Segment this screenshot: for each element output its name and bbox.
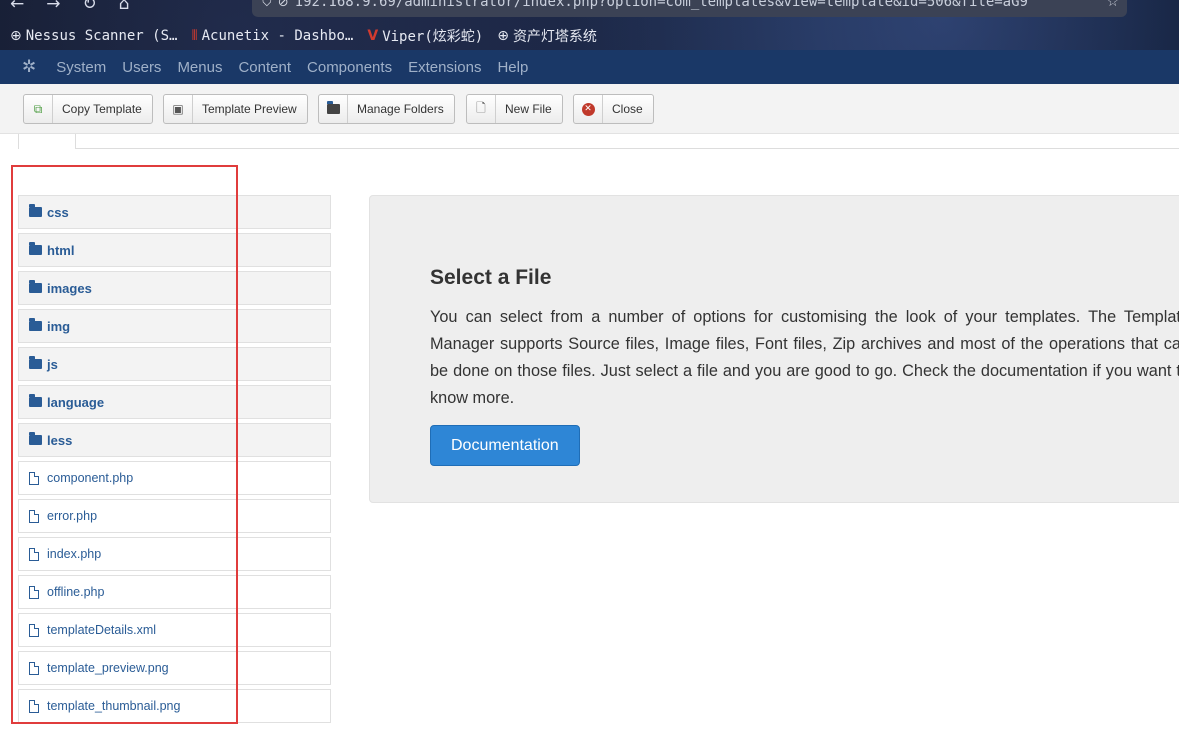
image-icon: ▣ — [164, 95, 193, 123]
manage-folders-button[interactable]: Manage Folders — [318, 94, 455, 124]
file-tree: css html images img js language less com… — [18, 195, 331, 727]
menu-components[interactable]: Components — [307, 59, 392, 76]
menu-content[interactable]: Content — [238, 59, 291, 76]
folder-css[interactable]: css — [18, 195, 331, 229]
folder-icon — [29, 204, 46, 217]
copy-template-button[interactable]: ⧉ Copy Template — [23, 94, 153, 124]
home-button[interactable]: ⌂ — [119, 0, 130, 14]
file-label: error.php — [47, 509, 98, 523]
select-file-panel: Select a File You can select from a numb… — [369, 195, 1179, 503]
button-label: Close — [612, 102, 643, 116]
file-offline-php[interactable]: offline.php — [18, 575, 331, 609]
bookmark-label: Viper(炫彩蛇) — [382, 29, 484, 45]
folder-less[interactable]: less — [18, 423, 331, 457]
file-icon — [29, 623, 46, 637]
file-label: templateDetails.xml — [47, 623, 157, 637]
folder-label: less — [47, 432, 73, 448]
menu-menus[interactable]: Menus — [177, 59, 222, 76]
admin-menu-bar: ✲ System Users Menus Content Components … — [0, 50, 1179, 84]
button-label: New File — [505, 102, 552, 116]
folder-label: language — [47, 394, 105, 410]
button-label: Template Preview — [202, 102, 297, 116]
folder-icon — [29, 394, 46, 407]
reload-button[interactable]: ↻ — [83, 0, 97, 14]
folder-icon — [29, 356, 46, 369]
close-icon: ✕ — [574, 95, 603, 123]
url-text: 192.168.9.69/administrator/index.php?opt… — [294, 0, 1028, 10]
menu-help[interactable]: Help — [497, 59, 528, 76]
file-component-php[interactable]: component.php — [18, 461, 331, 495]
folder-label: images — [47, 280, 92, 296]
bookmark-nessus[interactable]: ⊕ Nessus Scanner (S… — [10, 26, 177, 46]
acunetix-icon: ⦀ — [191, 28, 198, 44]
bookmark-viper[interactable]: V Viper(炫彩蛇) — [367, 26, 483, 46]
tab-editor[interactable] — [18, 134, 76, 149]
file-label: template_thumbnail.png — [47, 699, 181, 713]
folder-images[interactable]: images — [18, 271, 331, 305]
file-index-php[interactable]: index.php — [18, 537, 331, 571]
file-templatedetails-xml[interactable]: templateDetails.xml — [18, 613, 331, 647]
file-icon — [29, 661, 46, 675]
bookmark-asset-lighthouse[interactable]: ⊕ 资产灯塔系统 — [497, 26, 597, 46]
file-icon — [29, 699, 46, 713]
bookmark-label: 资产灯塔系统 — [512, 29, 597, 45]
globe-icon: ⊕ — [497, 28, 509, 44]
joomla-logo-icon[interactable]: ✲ — [22, 57, 36, 77]
file-icon — [29, 585, 46, 599]
shield-icon: ⛉ — [262, 0, 272, 10]
menu-system[interactable]: System — [56, 59, 106, 76]
panel-title: Select a File — [430, 266, 552, 289]
folder-label: js — [47, 356, 58, 372]
forward-button[interactable]: → — [46, 0, 60, 14]
button-label: Copy Template — [62, 102, 142, 116]
file-label: offline.php — [47, 585, 105, 599]
address-bar[interactable]: ⛉ ⊘ 192.168.9.69/administrator/index.php?o… — [252, 0, 1127, 17]
folder-label: img — [47, 318, 71, 334]
folder-label: html — [47, 242, 75, 258]
file-error-php[interactable]: error.php — [18, 499, 331, 533]
folder-icon — [29, 280, 46, 293]
file-template-thumbnail-png[interactable]: template_thumbnail.png — [18, 689, 331, 723]
file-label: component.php — [47, 471, 134, 485]
folder-icon — [29, 318, 46, 331]
file-icon — [29, 509, 46, 523]
file-icon: 🗋 — [467, 95, 496, 123]
copy-icon: ⧉ — [24, 95, 53, 123]
file-template-preview-png[interactable]: template_preview.png — [18, 651, 331, 685]
folder-html[interactable]: html — [18, 233, 331, 267]
folder-icon — [319, 95, 348, 123]
folder-icon — [29, 432, 46, 445]
folder-js[interactable]: js — [18, 347, 331, 381]
new-file-button[interactable]: 🗋 New File — [466, 94, 563, 124]
viper-icon: V — [367, 28, 379, 44]
documentation-button[interactable]: Documentation — [430, 425, 580, 466]
browser-chrome: ← → ↻ ⌂ ⛉ ⊘ 192.168.9.69/administrator/ind… — [0, 0, 1179, 50]
toolbar: ⧉ Copy Template ▣ Template Preview Manag… — [0, 84, 1179, 134]
panel-description: You can select from a number of options … — [430, 308, 1179, 407]
file-icon — [29, 471, 46, 485]
button-label: Manage Folders — [357, 102, 444, 116]
tab-divider — [75, 148, 1179, 149]
folder-label: css — [47, 204, 69, 220]
folder-icon — [29, 242, 46, 255]
menu-extensions[interactable]: Extensions — [408, 59, 481, 76]
file-label: index.php — [47, 547, 102, 561]
folder-img[interactable]: img — [18, 309, 331, 343]
menu-users[interactable]: Users — [122, 59, 161, 76]
file-icon — [29, 547, 46, 561]
bookmark-label: Acunetix - Dashbo… — [201, 28, 354, 44]
lock-icon: ⊘ — [277, 0, 289, 10]
folder-language[interactable]: language — [18, 385, 331, 419]
close-button[interactable]: ✕ Close — [573, 94, 654, 124]
template-preview-button[interactable]: ▣ Template Preview — [163, 94, 308, 124]
back-button[interactable]: ← — [10, 0, 24, 14]
globe-icon: ⊕ — [10, 28, 22, 44]
bookmark-star-icon[interactable]: ☆ — [1106, 0, 1119, 17]
bookmarks-bar: ⊕ Nessus Scanner (S… ⦀ Acunetix - Dashbo… — [10, 26, 597, 46]
file-label: template_preview.png — [47, 661, 169, 675]
bookmark-acunetix[interactable]: ⦀ Acunetix - Dashbo… — [191, 26, 353, 46]
bookmark-label: Nessus Scanner (S… — [25, 28, 178, 44]
browser-nav: ← → ↻ ⌂ — [10, 0, 130, 14]
